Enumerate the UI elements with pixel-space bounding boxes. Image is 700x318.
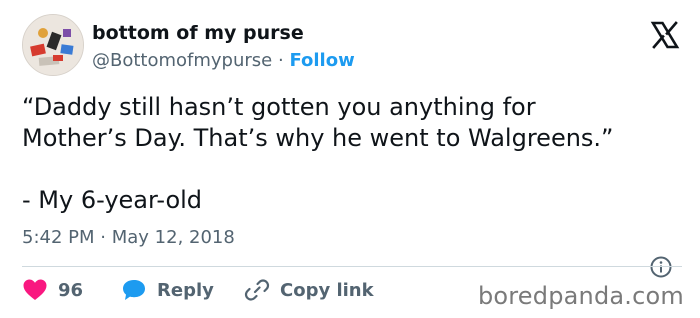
reply-label: Reply <box>157 279 214 301</box>
copy-link-button[interactable]: Copy link <box>244 276 374 304</box>
tweet-time[interactable]: 5:42 PM <box>22 227 95 248</box>
tweet-text: “Daddy still hasn’t gotten you anything … <box>22 93 614 214</box>
link-icon <box>244 279 270 301</box>
heart-icon <box>23 279 47 300</box>
author-handle[interactable]: @Bottomofmypurse <box>92 50 272 71</box>
tweet-date[interactable]: May 12, 2018 <box>112 227 235 248</box>
tweet-header: bottom of my purse @Bottomofmypurse · Fo… <box>22 14 682 78</box>
x-logo-icon[interactable] <box>650 20 680 50</box>
tweet-actions: 96 Reply Copy link <box>22 276 492 306</box>
watermark: boredpanda.com <box>477 282 684 310</box>
timestamp-separator: · <box>100 227 106 248</box>
like-button[interactable]: 96 <box>22 276 83 304</box>
handle-line: @Bottomofmypurse · Follow <box>92 50 355 71</box>
follow-button[interactable]: Follow <box>289 50 354 71</box>
reply-bubble-icon <box>123 280 145 300</box>
copy-link-label: Copy link <box>280 279 374 301</box>
like-count: 96 <box>58 279 84 301</box>
author-name[interactable]: bottom of my purse <box>92 22 304 44</box>
tweet-timestamp[interactable]: 5:42 PM · May 12, 2018 <box>22 227 235 248</box>
reply-button[interactable]: Reply <box>121 276 214 304</box>
handle-separator: · <box>277 50 284 71</box>
avatar[interactable] <box>22 14 84 76</box>
info-icon[interactable] <box>649 255 673 279</box>
divider <box>22 266 682 267</box>
